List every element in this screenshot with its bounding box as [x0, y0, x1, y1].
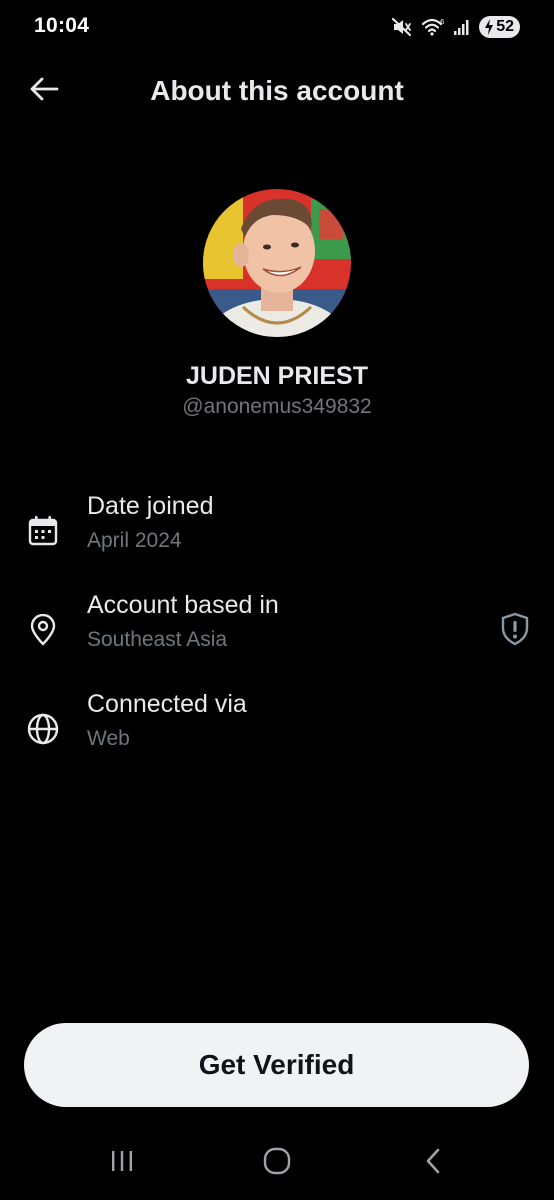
header: About this account	[0, 62, 554, 120]
wifi-icon: 6	[421, 17, 445, 37]
avatar[interactable]	[203, 189, 351, 337]
home-button[interactable]	[252, 1146, 302, 1180]
info-row-account-based-in: Account based in Southeast Asia	[0, 591, 554, 671]
info-label: Date joined	[87, 492, 214, 520]
handle: @anonemus349832	[182, 395, 372, 418]
back-icon	[423, 1147, 443, 1180]
battery-indicator: 52	[479, 16, 520, 38]
mute-icon	[391, 17, 413, 37]
location-pin-icon	[25, 612, 61, 648]
battery-level: 52	[496, 18, 514, 35]
nav-back-button[interactable]	[408, 1146, 458, 1180]
info-row-date-joined: Date joined April 2024	[0, 492, 554, 572]
recents-button[interactable]	[97, 1146, 147, 1180]
recents-icon	[109, 1149, 135, 1178]
page-title: About this account	[150, 75, 404, 106]
display-name: JUDEN PRIEST	[186, 362, 368, 390]
info-row-connected-via: Connected via Web	[0, 690, 554, 770]
status-bar: 10:04 6 52	[0, 0, 554, 54]
get-verified-button[interactable]: Get Verified	[24, 1023, 529, 1107]
info-label: Connected via	[87, 690, 247, 718]
battery-charging-icon	[484, 19, 494, 35]
globe-icon	[25, 711, 61, 747]
info-value: April 2024	[87, 529, 182, 552]
info-value: Southeast Asia	[87, 628, 228, 651]
status-time: 10:04	[34, 14, 90, 37]
signal-icon	[453, 18, 471, 36]
svg-text:6: 6	[440, 18, 445, 26]
info-label: Account based in	[87, 591, 279, 619]
shield-alert-icon[interactable]	[498, 611, 532, 647]
home-icon	[263, 1147, 291, 1180]
system-nav-bar	[0, 1130, 554, 1200]
info-value: Web	[87, 727, 130, 750]
status-icons: 6 52	[391, 14, 520, 40]
calendar-icon	[25, 513, 61, 549]
